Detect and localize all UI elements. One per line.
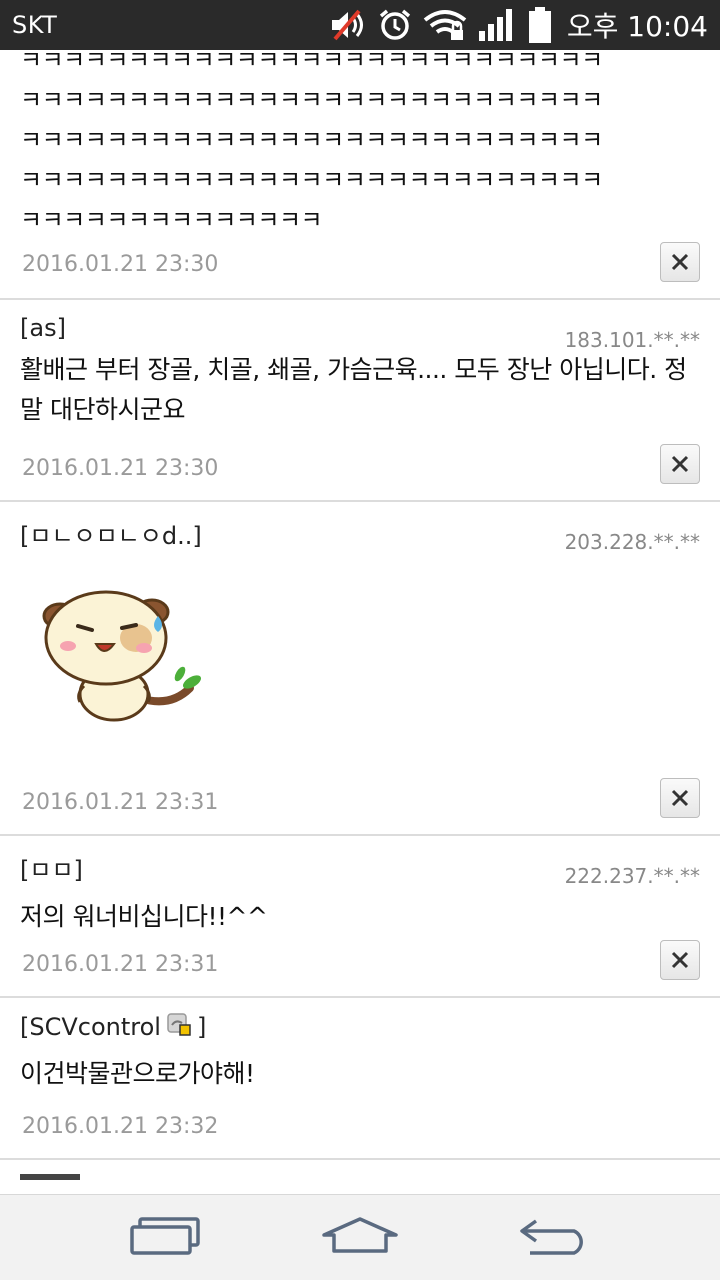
back-icon xyxy=(520,1219,583,1255)
author-name[interactable]: [ㅁㅁ] xyxy=(20,850,83,885)
comment-text-line: ㅋㅋㅋㅋㅋㅋㅋㅋㅋㅋㅋㅋㅋㅋㅋㅋㅋㅋㅋㅋㅋㅋㅋㅋㅋㅋㅋ xyxy=(20,126,603,154)
comment-text: ㅋㅋㅋㅋㅋㅋㅋㅋㅋㅋㅋㅋㅋㅋㅋㅋㅋㅋㅋㅋㅋㅋㅋㅋㅋㅋㅋ ㅋㅋㅋㅋㅋㅋㅋㅋㅋㅋㅋㅋ… xyxy=(20,50,700,240)
member-badge-icon xyxy=(167,1012,191,1042)
comment-text-line: ㅋㅋㅋㅋㅋㅋㅋㅋㅋㅋㅋㅋㅋㅋㅋㅋㅋㅋㅋㅋㅋㅋㅋㅋㅋㅋㅋ xyxy=(20,86,603,114)
comment-item: ㅋㅋㅋㅋㅋㅋㅋㅋㅋㅋㅋㅋㅋㅋㅋㅋㅋㅋㅋㅋㅋㅋㅋㅋㅋㅋㅋ ㅋㅋㅋㅋㅋㅋㅋㅋㅋㅋㅋㅋ… xyxy=(0,50,720,300)
close-icon xyxy=(671,951,689,969)
delete-button[interactable] xyxy=(660,778,700,818)
recent-apps-button[interactable] xyxy=(128,1215,202,1259)
comment-date: 2016.01.21 23:30 xyxy=(22,252,219,277)
comment-item-partial xyxy=(0,1174,720,1194)
signal-icon xyxy=(477,7,517,43)
navigation-bar xyxy=(0,1194,720,1280)
author-name[interactable]: [SCVcontrol xyxy=(20,1013,161,1041)
close-icon xyxy=(671,789,689,807)
comment-item: [as] 183.101.**.** 활배근 부터 장골, 치골, 쇄골, 가슴… xyxy=(0,300,720,502)
delete-button[interactable] xyxy=(660,444,700,484)
author-name-suffix: ] xyxy=(196,1013,207,1041)
comment-list[interactable]: ㅋㅋㅋㅋㅋㅋㅋㅋㅋㅋㅋㅋㅋㅋㅋㅋㅋㅋㅋㅋㅋㅋㅋㅋㅋㅋㅋ ㅋㅋㅋㅋㅋㅋㅋㅋㅋㅋㅋㅋ… xyxy=(0,50,720,1194)
comment-ip: 183.101.**.** xyxy=(564,328,700,352)
home-button[interactable] xyxy=(320,1215,400,1259)
comment-ip: 222.237.**.** xyxy=(564,864,700,888)
battery-icon xyxy=(527,6,553,44)
home-icon xyxy=(322,1217,398,1253)
back-button[interactable] xyxy=(516,1215,592,1259)
comment-date: 2016.01.21 23:32 xyxy=(22,1114,219,1139)
alarm-icon xyxy=(377,7,413,43)
carrier-label: SKT xyxy=(12,11,58,39)
comment-item: [ㅁㅁ] 222.237.**.** 저의 워너비십니다!!^^ 2016.01… xyxy=(0,836,720,998)
author-name[interactable]: [as] xyxy=(20,314,66,342)
wifi-icon xyxy=(423,8,467,42)
author-name-cutoff xyxy=(20,1174,80,1180)
comment-date: 2016.01.21 23:31 xyxy=(22,790,219,815)
comment-text-line: ㅋㅋㅋㅋㅋㅋㅋㅋㅋㅋㅋㅋㅋㅋㅋㅋㅋㅋㅋㅋㅋㅋㅋㅋㅋㅋㅋ xyxy=(20,166,603,194)
comment-ip: 203.228.**.** xyxy=(564,530,700,554)
comment-date: 2016.01.21 23:30 xyxy=(22,456,219,481)
author-name[interactable]: [ㅁㄴㅇㅁㄴㅇd..] xyxy=(20,516,202,551)
delete-button[interactable] xyxy=(660,940,700,980)
comment-text: 활배근 부터 장골, 치골, 쇄골, 가슴근육.... 모두 장난 아닙니다. … xyxy=(20,355,687,424)
recent-apps-icon xyxy=(130,1217,200,1255)
comment-text-line: ㅋㅋㅋㅋㅋㅋㅋㅋㅋㅋㅋㅋㅋㅋㅋㅋㅋㅋㅋㅋㅋㅋㅋㅋㅋㅋㅋ xyxy=(20,50,603,74)
status-bar: SKT 오후 10:04 xyxy=(0,0,720,50)
comment-author: [SCVcontrol ] xyxy=(20,998,700,1042)
clock: 오후 10:04 xyxy=(566,10,708,43)
comment-text: 이건박물관으로가야해! xyxy=(20,1059,255,1088)
close-icon xyxy=(671,455,689,473)
puppy-sticker xyxy=(40,586,210,726)
status-icons: 오후 10:04 xyxy=(329,5,708,45)
comment-item: [ㅁㄴㅇㅁㄴㅇd..] 203.228.**.** 2016.01.21 23:… xyxy=(0,502,720,836)
comment-date: 2016.01.21 23:31 xyxy=(22,952,219,977)
close-icon xyxy=(671,253,689,271)
delete-button[interactable] xyxy=(660,242,700,282)
muted-icon xyxy=(329,8,367,42)
comment-text-line: ㅋㅋㅋㅋㅋㅋㅋㅋㅋㅋㅋㅋㅋㅋ xyxy=(20,206,323,234)
comment-text: 저의 워너비십니다!!^^ xyxy=(20,902,268,931)
comment-item: [SCVcontrol ] 이건박물관으로가야해! 2016.01.21 23:… xyxy=(0,998,720,1160)
